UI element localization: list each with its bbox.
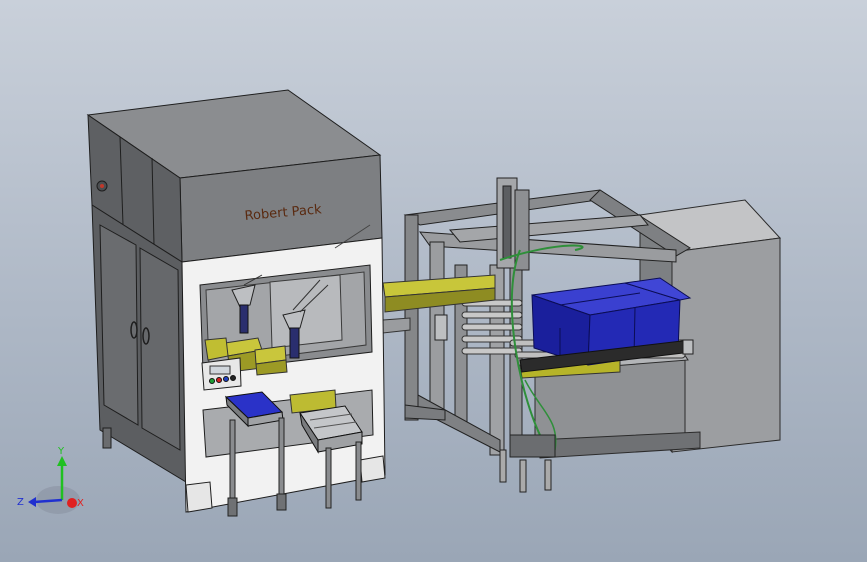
button-black[interactable] <box>230 375 236 381</box>
tray-leg-1 <box>325 447 332 509</box>
side-bracket <box>434 314 448 341</box>
blue-belt-foot-2 <box>276 493 287 511</box>
front-frame-base <box>185 481 213 513</box>
coordinate-triad-icon[interactable]: Y Z X <box>17 446 84 514</box>
cabinet-door-right <box>139 247 181 451</box>
tray-leg-2 <box>355 441 362 501</box>
cad-model-scene[interactable]: Robert Pack Y Z X <box>0 0 867 562</box>
frame-post-left-back <box>404 214 419 421</box>
cad-viewport[interactable]: Robert Pack Y Z X <box>0 0 867 562</box>
end-bracket <box>682 339 694 355</box>
frame-foot-left <box>499 449 507 483</box>
button-green[interactable] <box>209 378 215 384</box>
triad-x-label: X <box>77 498 84 509</box>
triad-x-axis <box>67 498 77 508</box>
front-frame-base-right <box>359 455 386 483</box>
cabinet-lock-icon[interactable] <box>96 180 108 192</box>
frame-foot-mid <box>519 459 527 493</box>
triad-z-arrow <box>28 497 36 507</box>
blue-belt-foot-1 <box>227 497 238 517</box>
button-blue[interactable] <box>223 376 229 382</box>
palletizer-unit[interactable] <box>403 177 782 493</box>
triad-z-label: Z <box>17 497 24 508</box>
blue-belt-leg-2 <box>278 417 285 497</box>
blue-belt-leg-1 <box>229 419 236 501</box>
lifter-column-slot <box>502 185 512 259</box>
window-back-wall <box>269 274 343 349</box>
triad-y-label: Y <box>57 446 65 457</box>
button-red[interactable] <box>216 377 222 383</box>
control-panel[interactable] <box>201 357 242 391</box>
triad-y-arrow <box>57 456 67 466</box>
control-display <box>209 365 231 375</box>
bagging-station[interactable]: Robert Pack <box>86 89 386 513</box>
transfer-conveyor-rail <box>382 317 411 334</box>
cabinet-foot-left <box>102 427 112 449</box>
frame-foot-right <box>544 459 552 491</box>
frame-inner-rail <box>448 214 649 243</box>
frame-base-block <box>509 434 556 458</box>
